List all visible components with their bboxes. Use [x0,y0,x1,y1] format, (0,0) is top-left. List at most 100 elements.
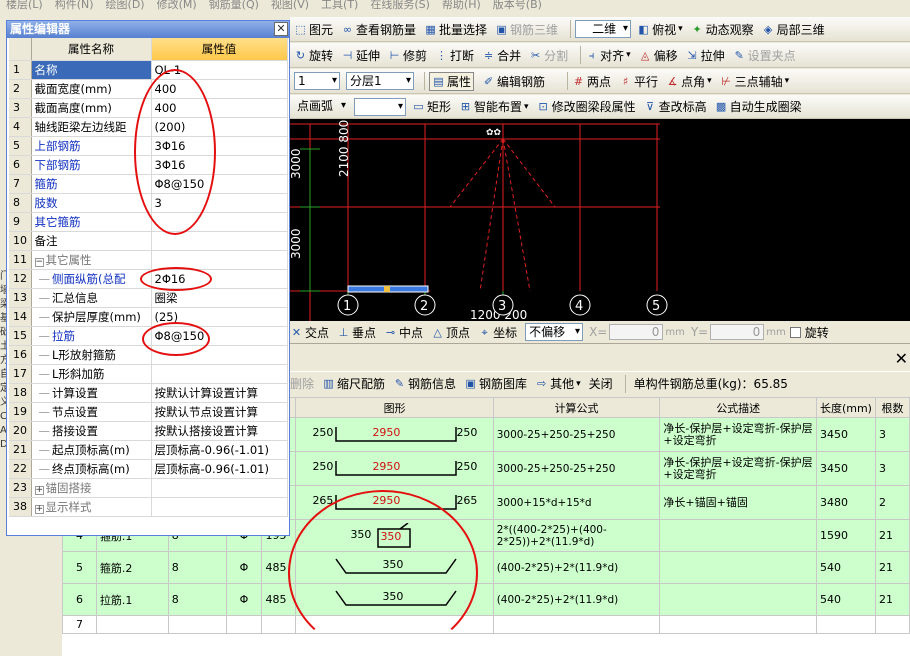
property-row[interactable]: 20— 搭接设置 按默认搭接设置计算 [9,421,288,441]
property-row[interactable]: 17— L形斜加筋 [9,364,288,384]
snap-intersection[interactable]: ✕ 交点 [290,324,329,341]
property-row[interactable]: 13— 汇总信息 圈梁 [9,288,288,308]
property-value[interactable] [151,345,288,365]
top-view-button[interactable]: ◧ 俯视 ▾ [637,21,682,38]
drawing-canvas[interactable]: 3000 3000 2100 800 1200 200 ✿✿ 1 2 3 4 5 [290,119,910,321]
property-row[interactable]: 23 + 锚固搭接 [9,478,288,498]
property-value[interactable]: Φ8@150 [151,326,288,346]
property-value[interactable]: (200) [151,117,288,137]
property-value[interactable]: 圈梁 [151,288,288,308]
close-button[interactable]: 关闭 [589,375,613,392]
local-3d-button[interactable]: ◈ 局部三维 [762,21,825,38]
property-row[interactable]: 14— 保护层厚度(mm) (25) [9,307,288,327]
menu-item[interactable]: 帮助(H) [442,0,481,11]
close-icon[interactable]: ✕ [895,349,908,368]
snap-vertex[interactable]: △ 顶点 [431,324,470,341]
two-point-axis-button[interactable]: # 两点 [572,73,611,90]
break-button[interactable]: ⋮ 打断 [435,47,474,64]
floor-combo[interactable]: 1 [294,72,340,90]
property-row[interactable]: 3 截面高度(mm) 400 [9,98,288,118]
split-button[interactable]: ✂ 分割 [529,47,568,64]
property-row[interactable]: 11− 其它属性 [9,250,288,270]
property-value[interactable]: 层顶标高-0.96(-1.01) [151,459,288,479]
auto-ring-beam-button[interactable]: ▩ 自动生成圈梁 [715,98,802,115]
property-row[interactable]: 12— 侧面纵筋(总配 2Φ16 [9,269,288,289]
property-editor-dialog[interactable]: 属性编辑器 ✕ 属性名称 属性值 1 名称 QL-1 2 截面宽度(mm) 400 3 截面高… [6,20,290,536]
arc-mode-combo[interactable]: 点画弧 [294,98,348,116]
menu-item[interactable]: 版本号(B) [493,0,542,11]
property-value[interactable]: 2Φ16 [151,269,288,289]
property-row[interactable]: 1 名称 QL-1 [9,60,288,80]
expand-icon[interactable]: + [34,504,44,514]
property-row[interactable]: 18— 计算设置 按默认计算设置计算 [9,383,288,403]
rebar-3d-button[interactable]: ▣ 钢筋三维 [495,21,558,38]
y-input[interactable]: 0 [710,324,765,340]
table-row[interactable]: 6 拉筋.1 8 Φ 485 350 (400-2*25)+2*(11.9*d) 540 21 [62,583,910,616]
property-value[interactable]: 按默认计算设置计算 [151,383,288,403]
property-value[interactable]: Φ8@150 [151,174,288,194]
property-value[interactable]: 3Φ16 [151,155,288,175]
other-button[interactable]: ⇨ 其他 ▾ [535,375,581,392]
property-row[interactable]: 10 备注 [9,231,288,251]
menu-item[interactable]: 钢筋量(Q) [209,0,259,11]
dynamic-view-button[interactable]: ✦ 动态观察 [691,21,754,38]
snap-midpoint[interactable]: ⊸ 中点 [384,324,423,341]
snap-perpendicular[interactable]: ⊥ 垂点 [337,324,376,341]
expand-icon[interactable]: + [34,485,44,495]
menu-item[interactable]: 构件(N) [55,0,94,11]
property-row[interactable]: 2 截面宽度(mm) 400 [9,79,288,99]
collapse-icon[interactable]: − [34,257,44,267]
property-row[interactable]: 19— 节点设置 按默认节点设置计算 [9,402,288,422]
property-value[interactable] [151,478,288,498]
attribute-button[interactable]: ▤ 属性 [429,71,475,91]
property-row[interactable]: 15— 拉筋 Φ8@150 [9,326,288,346]
view-2d-combo[interactable]: 二维 [575,20,632,38]
property-value[interactable]: QL-1 [151,60,288,80]
property-value[interactable]: 按默认节点设置计算 [151,402,288,422]
extend-button[interactable]: ⊣ 延伸 [341,47,380,64]
rotate-checkbox[interactable] [789,326,801,338]
offset-button[interactable]: ◬ 偏移 [639,47,678,64]
modify-segment-attr-button[interactable]: ⊡ 修改圈梁段属性 [537,98,635,115]
offset-combo[interactable]: 不偏移 [525,323,584,341]
property-row[interactable]: 5 上部钢筋 3Φ16 [9,136,288,156]
menu-item[interactable]: 工具(T) [321,0,358,11]
x-input[interactable]: 0 [609,324,664,340]
property-row[interactable]: 8 肢数 3 [9,193,288,213]
property-value[interactable]: 层顶标高-0.96(-1.01) [151,440,288,460]
layer-combo[interactable]: 分层1 [346,72,414,90]
delete-button[interactable]: 删除 [290,375,314,392]
rebar-library-button[interactable]: ▣ 钢筋图库 [464,375,527,392]
property-row[interactable]: 22— 终点顶标高(m) 层顶标高-0.96(-1.01) [9,459,288,479]
property-row[interactable]: 38 + 显示样式 [9,497,288,517]
menu-item[interactable]: 修改(M) [157,0,197,11]
table-row[interactable]: 5 箍筋.2 8 Φ 485 350 (400-2*25)+2*(11.9*d) 540 21 [62,551,910,584]
trim-button[interactable]: ⊢ 修剪 [388,47,427,64]
batch-select-button[interactable]: ▦ 批量选择 [424,21,487,38]
menu-item[interactable]: 视图(V) [271,0,309,11]
three-point-axis-button[interactable]: ⊬ 三点辅轴 ▾ [720,73,789,90]
property-value[interactable]: 400 [151,79,288,99]
parallel-axis-button[interactable]: ♯ 平行 [619,73,658,90]
draw-option-combo[interactable] [354,97,406,116]
view-rebar-qty-button[interactable]: ∞ 查看钢筋量 [341,21,416,38]
property-value[interactable] [151,231,288,251]
smart-layout-button[interactable]: ⊞ 智能布置 ▾ [459,98,529,115]
rebar-info-button[interactable]: ✎ 钢筋信息 [393,375,456,392]
property-value[interactable] [151,497,288,517]
align-button[interactable]: ⫞ 对齐 ▾ [585,47,631,64]
property-row[interactable]: 9 其它箍筋 [9,212,288,232]
snap-coordinate[interactable]: ⌖ 坐标 [478,324,517,341]
rectangle-button[interactable]: ▭ 矩形 [412,98,451,115]
property-value[interactable]: 按默认搭接设置计算 [151,421,288,441]
property-row[interactable]: 7 箍筋 Φ8@150 [9,174,288,194]
edit-rebar-button[interactable]: ✐ 编辑钢筋 [482,73,545,90]
close-icon[interactable]: ✕ [274,22,288,36]
property-value[interactable]: (25) [151,307,288,327]
property-value[interactable] [151,212,288,232]
property-value[interactable]: 3 [151,193,288,213]
menu-item[interactable]: 绘图(D) [106,0,145,11]
property-row[interactable]: 6 下部钢筋 3Φ16 [9,155,288,175]
merge-button[interactable]: ≑ 合并 [482,47,521,64]
menu-item[interactable]: 在线服务(S) [370,0,430,11]
